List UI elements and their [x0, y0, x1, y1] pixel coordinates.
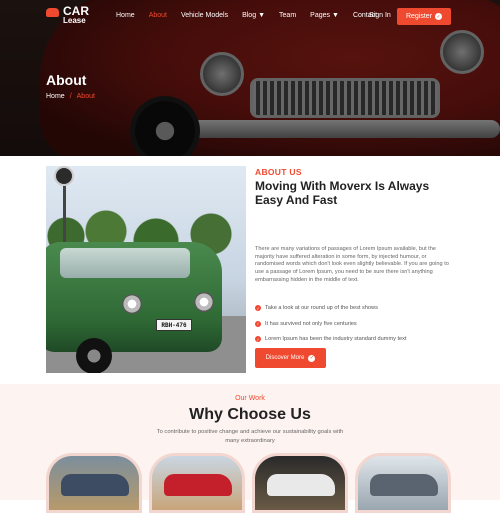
image-car-headlight	[194, 292, 214, 312]
list-item: ✓ Take a look at our round up of the best…	[255, 305, 406, 311]
vehicle-card[interactable]	[252, 453, 348, 513]
signin-link[interactable]: Sign In	[369, 12, 391, 19]
brand-logo[interactable]: CAR Lease	[46, 4, 89, 26]
about-feature-list: ✓ Take a look at our round up of the best…	[255, 305, 406, 352]
register-label: Register	[405, 13, 433, 20]
main-menu: Home About Vehicle Models Blog ▼ Team Pag…	[116, 12, 391, 19]
nav-item-blog-label: Blog	[242, 12, 257, 19]
check-circle-icon: ✓	[255, 320, 261, 327]
brand-line1: CAR	[63, 4, 89, 18]
chevron-down-icon: ▼	[258, 12, 266, 19]
nav-item-team[interactable]: Team	[279, 12, 296, 19]
image-car-headlight	[122, 294, 142, 314]
about-heading: Moving With Moverx Is Always Easy And Fa…	[255, 179, 430, 207]
list-item-text: Lorem Ipsum has been the industry standa…	[265, 336, 407, 342]
brand-line2: Lease	[63, 16, 86, 25]
vehicle-card[interactable]	[46, 453, 142, 513]
list-item: ✓ Lorem Ipsum has been the industry stand…	[255, 336, 406, 342]
vehicle-card-car	[164, 474, 232, 496]
check-circle-icon: ✓	[308, 354, 316, 362]
brand-name: CAR Lease	[63, 4, 89, 26]
list-item-text: Take a look at our round up of the best …	[265, 305, 378, 311]
nav-item-vehicle-models[interactable]: Vehicle Models	[181, 12, 228, 19]
about-car-image: RBH-476	[46, 166, 246, 373]
top-navbar: CAR Lease Home About Vehicle Models Blog…	[0, 0, 500, 34]
page-title: About	[46, 72, 87, 88]
nav-item-pages[interactable]: Pages ▼	[310, 12, 339, 19]
breadcrumb: Home / About	[46, 93, 95, 100]
nav-item-blog[interactable]: Blog ▼	[242, 12, 265, 19]
vehicle-card[interactable]	[149, 453, 245, 513]
breadcrumb-separator: /	[69, 93, 72, 100]
list-item: ✓ It has survived not only five centuries	[255, 320, 406, 327]
image-road-sign	[54, 166, 74, 186]
vehicle-card[interactable]	[355, 453, 451, 513]
discover-more-button[interactable]: Discover More ✓	[255, 348, 326, 368]
section-description: To contribute to positive change and ach…	[156, 429, 344, 444]
chevron-down-icon: ▼	[332, 12, 339, 19]
vehicle-card-car	[370, 474, 438, 496]
about-tag: ABOUT US	[255, 167, 302, 177]
image-car-wheel	[76, 338, 112, 373]
check-circle-icon: ✓	[255, 305, 261, 311]
breadcrumb-current: About	[76, 93, 95, 100]
about-paragraph: There are many variations of passages of…	[255, 246, 449, 283]
list-item-text: It has survived not only five centuries	[265, 320, 357, 327]
check-circle-icon: ✓	[255, 336, 261, 342]
license-plate: RBH-476	[156, 319, 192, 331]
car-logo-icon	[46, 7, 59, 17]
vehicle-card-car	[267, 474, 335, 496]
discover-more-label: Discover More	[265, 355, 305, 361]
nav-item-about[interactable]: About	[149, 12, 167, 19]
vehicle-card-car	[61, 474, 129, 496]
nav-item-pages-label: Pages	[310, 12, 331, 19]
section-title: Why Choose Us	[189, 406, 311, 423]
section-subtitle: Our Work	[235, 395, 265, 402]
register-button[interactable]: Register ✓	[397, 8, 451, 25]
image-car-windshield	[60, 248, 190, 278]
nav-item-home[interactable]: Home	[116, 12, 135, 19]
breadcrumb-home[interactable]: Home	[46, 93, 65, 100]
check-circle-icon: ✓	[435, 13, 443, 20]
